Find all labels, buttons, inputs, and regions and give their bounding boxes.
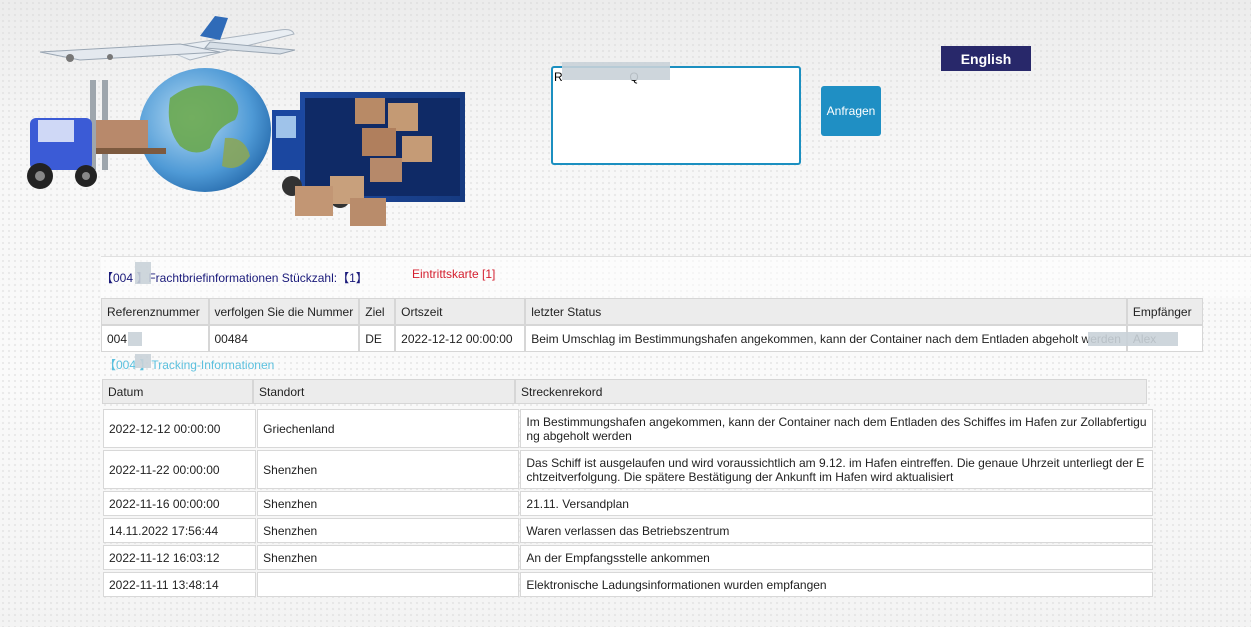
event-location: Shenzhen — [257, 545, 520, 570]
tracking-row: 14.11.2022 17:56:44 Shenzhen Waren verla… — [103, 518, 1153, 543]
event-record: 21.11. Versandplan — [520, 491, 1153, 516]
waybill-info-bar: 【004 】Frachtbriefinformationen Stückzahl… — [101, 256, 1251, 298]
tracking-number: 00484 — [208, 325, 360, 352]
summary-header-row: Referenznummer verfolgen Sie die Nummer … — [101, 298, 1203, 325]
last-status: Beim Umschlag im Bestimmungshafen angeko… — [525, 325, 1127, 352]
tracking-row: 2022-11-22 00:00:00 Shenzhen Das Schiff … — [103, 450, 1153, 489]
redacted-reference-2 — [128, 332, 142, 346]
event-record: Das Schiff ist ausgelaufen und wird vora… — [520, 450, 1153, 489]
event-location: Griechenland — [257, 409, 520, 448]
event-location: Shenzhen — [257, 518, 520, 543]
tracking-row: 2022-12-12 00:00:00 Griechenland Im Best… — [103, 409, 1153, 448]
event-record: An der Empfangsstelle ankommen — [520, 545, 1153, 570]
header-local-time: Ortszeit — [395, 298, 526, 325]
container-truck-icon — [272, 92, 465, 226]
header-date: Datum — [102, 379, 253, 404]
tracking-number-input[interactable]: R Q — [551, 66, 801, 165]
redacted-reference-1 — [135, 262, 151, 284]
event-location: Shenzhen — [257, 450, 520, 489]
event-date: 2022-11-11 13:48:14 — [103, 572, 257, 597]
event-date: 2022-11-22 00:00:00 — [103, 450, 257, 489]
header-last-status: letzter Status — [525, 298, 1127, 325]
header-reference-number: Referenznummer — [101, 298, 209, 325]
tracking-info-heading: 【004 】Tracking-Informationen — [104, 358, 275, 372]
header-location: Standort — [253, 379, 515, 404]
tracking-header-table: Datum Standort Streckenrekord — [102, 379, 1147, 404]
header-tracking-number: verfolgen Sie die Nummer — [208, 298, 360, 325]
language-english-button[interactable]: English — [941, 46, 1031, 71]
header-destination: Ziel — [359, 298, 396, 325]
query-button[interactable]: Anfragen — [821, 86, 881, 136]
tracking-row: 2022-11-16 00:00:00 Shenzhen 21.11. Vers… — [103, 491, 1153, 516]
admission-ticket-link[interactable]: Eintrittskarte [1] — [412, 267, 495, 281]
waybill-summary-table: Referenznummer verfolgen Sie die Nummer … — [101, 298, 1203, 352]
summary-row: 004 00484 DE 2022-12-12 00:00:00 Beim Um… — [101, 325, 1203, 352]
redacted-tracking-number — [562, 62, 670, 80]
forklift-icon — [27, 80, 166, 189]
tracking-row: 2022-11-12 16:03:12 Shenzhen An der Empf… — [103, 545, 1153, 570]
event-date: 2022-11-12 16:03:12 — [103, 545, 257, 570]
logistics-banner-image — [27, 16, 465, 226]
redacted-recipient — [1088, 332, 1178, 346]
event-record: Waren verlassen das Betriebszentrum — [520, 518, 1153, 543]
event-record: Im Bestimmungshafen angekommen, kann der… — [520, 409, 1153, 448]
local-time: 2022-12-12 00:00:00 — [395, 325, 526, 352]
event-date: 2022-11-16 00:00:00 — [103, 491, 257, 516]
event-location: Shenzhen — [257, 491, 520, 516]
event-location — [257, 572, 520, 597]
event-date: 2022-12-12 00:00:00 — [103, 409, 257, 448]
tracking-header-row: Datum Standort Streckenrekord — [102, 379, 1147, 404]
destination: DE — [359, 325, 396, 352]
airplane-icon — [39, 16, 296, 62]
redacted-reference-3 — [135, 354, 151, 368]
header-recipient: Empfänger — [1126, 298, 1203, 325]
event-date: 14.11.2022 17:56:44 — [103, 518, 257, 543]
header-route-record: Streckenrekord — [515, 379, 1147, 404]
tracking-events-table: 2022-12-12 00:00:00 Griechenland Im Best… — [102, 407, 1154, 599]
reference-number: 004 — [101, 325, 209, 352]
event-record: Elektronische Ladungsinformationen wurde… — [520, 572, 1153, 597]
tracking-row: 2022-11-11 13:48:14 Elektronische Ladung… — [103, 572, 1153, 597]
